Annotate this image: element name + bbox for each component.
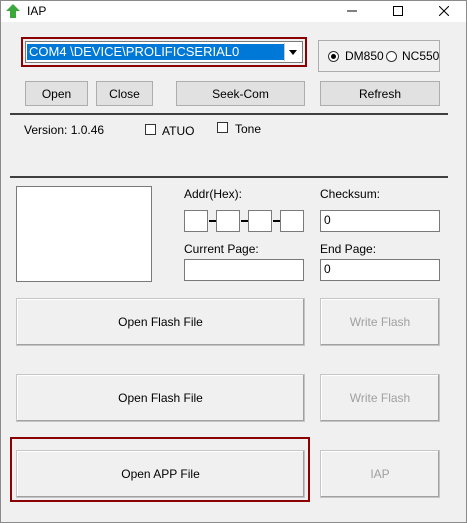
iap-button[interactable]: IAP (320, 450, 440, 498)
combo-dropdown-button[interactable] (284, 43, 301, 61)
addr-hex-label: Addr(Hex): (184, 187, 243, 201)
addr-byte-1-input[interactable] (184, 210, 208, 232)
minimize-button[interactable] (329, 0, 375, 22)
open-flash-file-button-2[interactable]: Open Flash File (16, 374, 305, 422)
open-button[interactable]: Open (25, 81, 88, 106)
radio-dm850[interactable] (328, 51, 339, 62)
radio-dm850-label: DM850 (345, 49, 384, 63)
separator-top (10, 113, 448, 115)
write-flash-button-2[interactable]: Write Flash (320, 374, 440, 422)
close-port-button[interactable]: Close (96, 81, 153, 106)
current-page-label: Current Page: (184, 242, 259, 256)
close-button[interactable] (421, 0, 467, 22)
open-flash-file-button-1[interactable]: Open Flash File (16, 298, 305, 346)
log-listbox[interactable] (16, 186, 152, 282)
checksum-label: Checksum: (320, 187, 381, 201)
com-port-select[interactable]: COM4 \DEVICE\PROLIFICSERIAL0 (25, 41, 303, 63)
open-app-file-button[interactable]: Open APP File (16, 450, 305, 498)
addr-byte-3-input[interactable] (248, 210, 272, 232)
write-flash-button-1[interactable]: Write Flash (320, 298, 440, 346)
tone-checkbox[interactable] (217, 122, 228, 133)
minimize-icon (347, 10, 357, 12)
com-port-value: COM4 \DEVICE\PROLIFICSERIAL0 (27, 44, 285, 60)
close-icon (439, 6, 449, 16)
atuo-checkbox[interactable] (145, 124, 156, 135)
refresh-button[interactable]: Refresh (320, 81, 440, 106)
app-arrow-icon (6, 4, 20, 18)
current-page-input[interactable] (184, 259, 304, 281)
window-title: IAP (27, 4, 47, 18)
radio-nc550-label: NC550 (402, 49, 440, 63)
chevron-down-icon (289, 49, 297, 55)
atuo-label: ATUO (162, 124, 195, 138)
separator-middle (10, 176, 448, 178)
addr-byte-2-input[interactable] (216, 210, 240, 232)
version-label: Version: 1.0.46 (24, 123, 105, 137)
addr-byte-4-input[interactable] (280, 210, 304, 232)
seek-com-button[interactable]: Seek-Com (176, 81, 305, 106)
checksum-input[interactable]: 0 (320, 210, 440, 232)
radio-dot (331, 54, 336, 59)
end-page-label: End Page: (320, 242, 377, 256)
end-page-input[interactable]: 0 (320, 259, 440, 281)
tone-label: Tone (235, 122, 262, 136)
radio-nc550[interactable] (386, 51, 397, 62)
maximize-icon (393, 6, 403, 16)
maximize-button[interactable] (375, 0, 421, 22)
